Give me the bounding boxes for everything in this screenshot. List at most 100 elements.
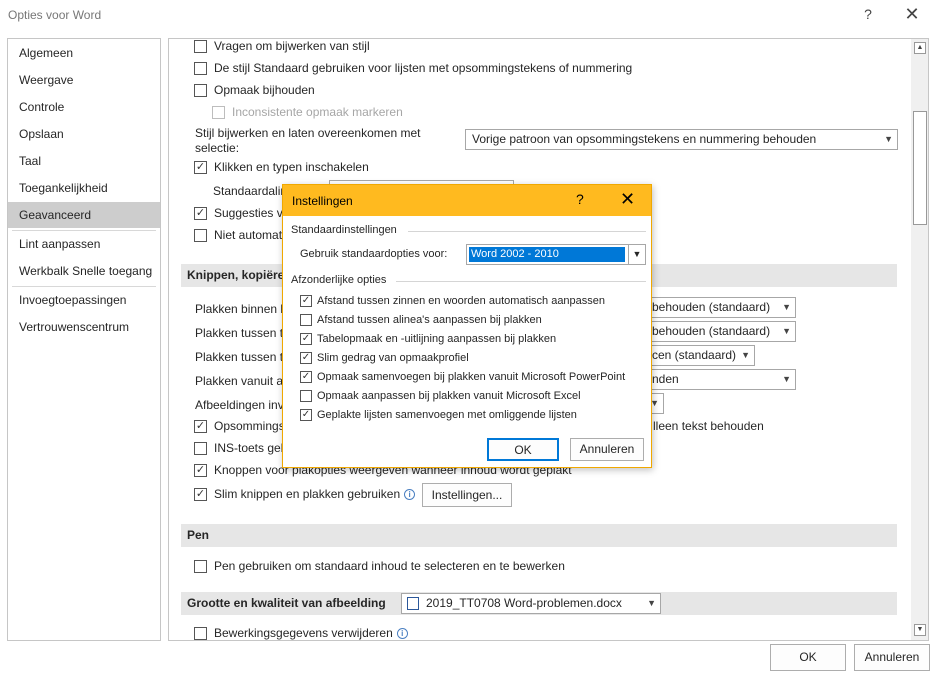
checkbox[interactable] [194,61,207,75]
checkbox[interactable] [194,83,207,97]
sidebar-item-geavanceerd[interactable]: Geavanceerd [8,202,160,228]
checkbox[interactable] [194,559,207,573]
option-row[interactable]: Vragen om bijwerken van stijl [194,39,370,55]
scroll-up-icon[interactable]: ▲ [914,42,926,54]
option-label: Bewerkingsgegevens verwijderen [214,626,393,640]
option-row[interactable]: INS-toets geb [194,439,287,457]
style-update-dropdown[interactable]: Vorige patroon van opsommingstekens en n… [465,129,898,150]
scrollbar-thumb[interactable] [913,111,927,225]
option-label: Klikken en typen inschakelen [214,160,369,174]
dialog-option[interactable]: ✓ Opmaak samenvoegen bij plakken vanuit … [300,368,625,385]
option-row[interactable]: Bewerkingsgegevens verwijderen i [194,624,408,640]
option-row[interactable]: De stijl Standaard gebruiken voor lijste… [194,59,632,77]
info-icon[interactable]: i [404,488,416,500]
checkbox[interactable]: ✓ [300,332,312,345]
dialog-option[interactable]: Opmaak aanpassen bij plakken vanuit Micr… [300,387,581,404]
sidebar-item-vertrouwenscentrum[interactable]: Vertrouwenscentrum [8,314,160,340]
style-update-label: Stijl bijwerken en laten overeenkomen me… [195,126,421,155]
checkbox[interactable] [194,228,207,242]
chevron-down-icon: ▼ [741,350,750,360]
ok-button[interactable]: OK [770,644,846,671]
checkbox[interactable]: ✓ [194,160,207,174]
sidebar-item-opslaan[interactable]: Opslaan [8,121,160,147]
paste-label: Plakken binnen h [195,302,288,316]
chevron-down-icon: ▼ [782,302,791,312]
checkbox[interactable]: ✓ [194,206,207,220]
dialog-ok-button[interactable]: OK [487,438,559,461]
sidebar-item-toegankelijkheid[interactable]: Toegankelijkheid [8,175,160,201]
sidebar-item-lint-aanpassen[interactable]: Lint aanpassen [8,231,160,257]
dialog-cancel-button[interactable]: Annuleren [570,438,644,461]
document-icon [407,597,419,610]
option-label: Slim gedrag van opmaakprofiel [317,351,469,364]
sidebar-item-algemeen[interactable]: Algemeen [8,40,160,66]
dialog-option[interactable]: ✓ Geplakte lijsten samenvoegen met omlig… [300,406,577,423]
checkbox[interactable]: ✓ [194,487,207,501]
help-icon[interactable]: ? [576,191,584,207]
option-label: Opmaak aanpassen bij plakken vanuit Micr… [317,389,581,402]
option-row[interactable]: ✓ Suggesties va [194,204,289,222]
dropdown-value: behouden (standaard) [652,300,771,314]
close-icon[interactable]: ✕ [902,4,922,25]
settings-button[interactable]: Instellingen... [422,483,512,507]
dialog-option[interactable]: ✓ Afstand tussen zinnen en woorden autom… [300,292,605,309]
group-divider [408,231,646,232]
dropdown-value: Word 2002 - 2010 [469,247,625,262]
dialog-option[interactable]: ✓ Slim gedrag van opmaakprofiel [300,349,469,366]
paste-label: Plakken vanuit ar [195,374,288,388]
option-row[interactable]: Opmaak bijhouden [194,81,315,99]
help-icon[interactable]: ? [860,6,876,22]
paste-dropdown[interactable]: behouden (standaard) ▼ [645,297,796,318]
vertical-scrollbar[interactable]: ▲ ▼ [911,39,928,640]
use-defaults-dropdown[interactable]: Word 2002 - 2010 ▼ [466,244,646,265]
option-label: De stijl Standaard gebruiken voor lijste… [214,61,633,75]
checkbox[interactable]: ✓ [300,408,312,421]
dropdown-value: 2019_TT0708 Word-problemen.docx [426,596,622,610]
checkbox[interactable] [300,389,312,402]
dialog-option[interactable]: ✓ Tabelopmaak en -uitlijning aanpassen b… [300,330,556,347]
sidebar-item-taal[interactable]: Taal [8,148,160,174]
document-dropdown[interactable]: 2019_TT0708 Word-problemen.docx ▼ [401,593,661,614]
option-row[interactable]: ✓ Klikken en typen inschakelen [194,158,369,176]
group-label: Afzonderlijke opties [291,274,387,286]
checkbox[interactable] [194,441,207,455]
option-label: INS-toets geb [214,441,288,455]
paste-label: Plakken tussen tv [195,350,290,364]
settings-dialog: Instellingen ? ✕ Standaardinstellingen G… [282,184,652,468]
checkbox[interactable]: ✓ [300,370,312,383]
option-label: Opmaak samenvoegen bij plakken vanuit Mi… [317,370,626,383]
dialog-option[interactable]: Afstand tussen alinea's aanpassen bij pl… [300,311,542,328]
sidebar-item-invoegtoepassingen[interactable]: Invoegtoepassingen [8,287,160,313]
checkbox[interactable] [194,626,207,640]
sidebar-item-weergave[interactable]: Weergave [8,67,160,93]
dialog-titlebar: Instellingen ? ✕ [283,185,651,216]
option-label: Afstand tussen alinea's aanpassen bij pl… [317,313,542,326]
sidebar-item-controle[interactable]: Controle [8,94,160,120]
checkbox[interactable]: ✓ [300,351,312,364]
checkbox[interactable]: ✓ [194,419,207,433]
paste-dropdown[interactable]: cen (standaard) ▼ [645,345,755,366]
checkbox[interactable] [194,39,207,53]
option-label: Opmaak bijhouden [214,83,315,97]
checkbox[interactable] [300,313,312,326]
cancel-button[interactable]: Annuleren [854,644,930,671]
option-row[interactable]: ✓ Slim knippen en plakken gebruiken i [194,485,416,503]
paste-dropdown[interactable]: behouden (standaard) ▼ [645,321,796,342]
chevron-down-icon: ▼ [782,374,791,384]
option-label: Opsommings [214,419,285,433]
option-row[interactable]: Niet automat [194,226,282,244]
sidebar-item-werkbalk[interactable]: Werkbalk Snelle toegang [8,258,160,284]
window-title: Opties voor Word [8,8,102,22]
checkbox[interactable]: ✓ [300,294,312,307]
scroll-down-icon[interactable]: ▼ [914,624,926,636]
option-label: Vragen om bijwerken van stijl [214,39,370,53]
window-titlebar: Opties voor Word ? ✕ [0,0,936,32]
option-row[interactable]: Pen gebruiken om standaard inhoud te sel… [194,557,565,575]
chevron-down-icon: ▼ [647,598,656,608]
dropdown-value: Vorige patroon van opsommingstekens en n… [472,132,817,146]
close-icon[interactable]: ✕ [620,189,635,210]
info-icon[interactable]: i [396,627,408,639]
option-row[interactable]: ✓ Opsommings [194,417,285,435]
checkbox[interactable]: ✓ [194,463,207,477]
paste-dropdown[interactable]: nden ▼ [645,369,796,390]
